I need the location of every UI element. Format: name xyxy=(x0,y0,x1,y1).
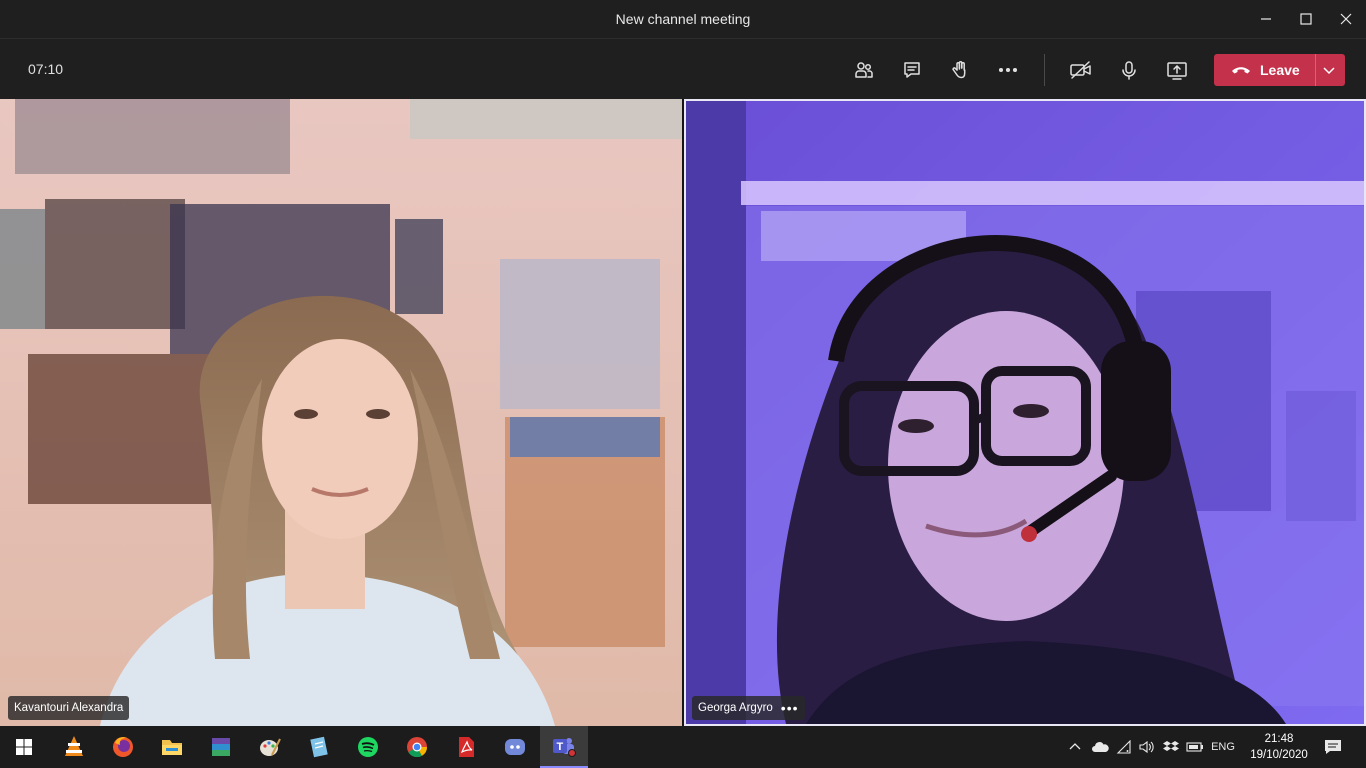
participant-video xyxy=(0,99,682,726)
clock-date: 19/10/2020 xyxy=(1250,749,1308,761)
taskbar-vlc[interactable] xyxy=(50,726,98,768)
taskbar-firefox[interactable] xyxy=(99,726,147,768)
share-screen-icon xyxy=(1167,62,1187,80)
notification-icon xyxy=(1325,740,1341,754)
start-button[interactable] xyxy=(0,726,48,768)
participant-more-options-icon[interactable]: ••• xyxy=(781,696,799,720)
chat-icon xyxy=(904,62,920,78)
teams-icon: T xyxy=(553,738,576,757)
phone-hangup-icon xyxy=(1232,67,1250,74)
discord-icon xyxy=(505,739,525,755)
tray-battery[interactable] xyxy=(1184,726,1206,768)
window-title: New channel meeting xyxy=(615,11,751,27)
wifi-icon xyxy=(1116,740,1131,754)
paint-icon xyxy=(260,738,281,756)
raise-hand-button[interactable] xyxy=(943,53,977,87)
meeting-timer: 07:10 xyxy=(28,61,64,77)
taskbar-spotify[interactable] xyxy=(344,726,392,768)
minimize-button[interactable] xyxy=(1246,0,1286,38)
show-participants-button[interactable] xyxy=(847,53,881,87)
vlc-icon xyxy=(65,736,83,756)
spotify-icon xyxy=(358,737,378,757)
leave-separator xyxy=(1315,54,1316,86)
file-explorer-icon xyxy=(162,740,182,755)
maximize-button[interactable] xyxy=(1286,0,1326,38)
turn-camera-on-button[interactable] xyxy=(1064,53,1098,87)
chrome-icon xyxy=(407,737,428,758)
participant-name: Kavantouri Alexandra xyxy=(14,702,124,714)
taskbar-chrome[interactable] xyxy=(393,726,441,768)
raise-hand-icon xyxy=(952,61,966,79)
leave-label: Leave xyxy=(1260,62,1300,78)
windows-start-icon xyxy=(16,739,32,755)
tray-language[interactable]: ENG xyxy=(1208,726,1238,768)
battery-icon xyxy=(1186,742,1203,752)
taskbar-acrobat[interactable] xyxy=(442,726,490,768)
title-bar: New channel meeting xyxy=(0,0,1366,38)
taskbar-paint[interactable] xyxy=(246,726,294,768)
leave-button[interactable]: Leave xyxy=(1214,54,1345,86)
participant-video-tile[interactable]: Kavantouri Alexandra xyxy=(0,99,682,726)
volume-icon xyxy=(1139,740,1154,754)
clock-time: 21:48 xyxy=(1264,733,1294,745)
firefox-icon xyxy=(113,737,133,757)
chevron-down-icon[interactable] xyxy=(1322,63,1336,77)
active-speaker-video-tile[interactable]: Georga Argyro ••• xyxy=(684,99,1366,726)
dropbox-icon xyxy=(1163,741,1179,751)
onedrive-icon xyxy=(1092,742,1109,752)
taskbar-winrar[interactable] xyxy=(197,726,245,768)
mute-button[interactable] xyxy=(1112,53,1146,87)
participant-video xyxy=(686,101,1364,724)
notepad-icon xyxy=(310,736,328,758)
participant-name: Georga Argyro xyxy=(698,702,773,714)
minimize-icon xyxy=(1261,18,1271,20)
toolbar-divider xyxy=(1044,54,1045,86)
taskbar-teams[interactable]: T xyxy=(540,726,588,768)
close-button[interactable] xyxy=(1326,0,1366,38)
tray-dropbox[interactable] xyxy=(1160,726,1182,768)
show-hidden-icons-button[interactable] xyxy=(1064,726,1086,768)
taskbar-discord[interactable] xyxy=(491,726,539,768)
tray-volume[interactable] xyxy=(1136,726,1158,768)
more-options-icon xyxy=(998,67,1018,73)
more-actions-button[interactable] xyxy=(991,53,1025,87)
taskbar-file-explorer[interactable] xyxy=(148,726,196,768)
taskbar-notepad[interactable] xyxy=(295,726,343,768)
windows-taskbar: T ENG 21:48 19/10/2020 xyxy=(0,726,1366,768)
close-icon xyxy=(1340,13,1352,25)
people-icon xyxy=(855,62,873,78)
share-content-button[interactable] xyxy=(1160,53,1194,87)
show-conversation-button[interactable] xyxy=(895,53,929,87)
camera-off-icon xyxy=(1070,61,1091,79)
winrar-icon xyxy=(212,738,230,756)
tray-network[interactable] xyxy=(1113,726,1135,768)
tray-onedrive[interactable] xyxy=(1088,726,1112,768)
participant-name-tag: Georga Argyro ••• xyxy=(692,696,805,720)
taskbar-clock[interactable]: 21:48 19/10/2020 xyxy=(1248,731,1310,763)
microphone-icon xyxy=(1122,61,1136,80)
svg-text:T: T xyxy=(557,741,564,753)
video-stage: Kavantouri Alexandra Georga Argyro ••• xyxy=(0,99,1366,726)
action-center-button[interactable] xyxy=(1318,726,1348,768)
acrobat-icon xyxy=(459,737,474,757)
meeting-control-bar: 07:10 Leave xyxy=(0,38,1366,99)
chevron-up-icon xyxy=(1069,743,1081,750)
maximize-icon xyxy=(1300,13,1312,25)
participant-name-tag: Kavantouri Alexandra xyxy=(8,696,130,720)
